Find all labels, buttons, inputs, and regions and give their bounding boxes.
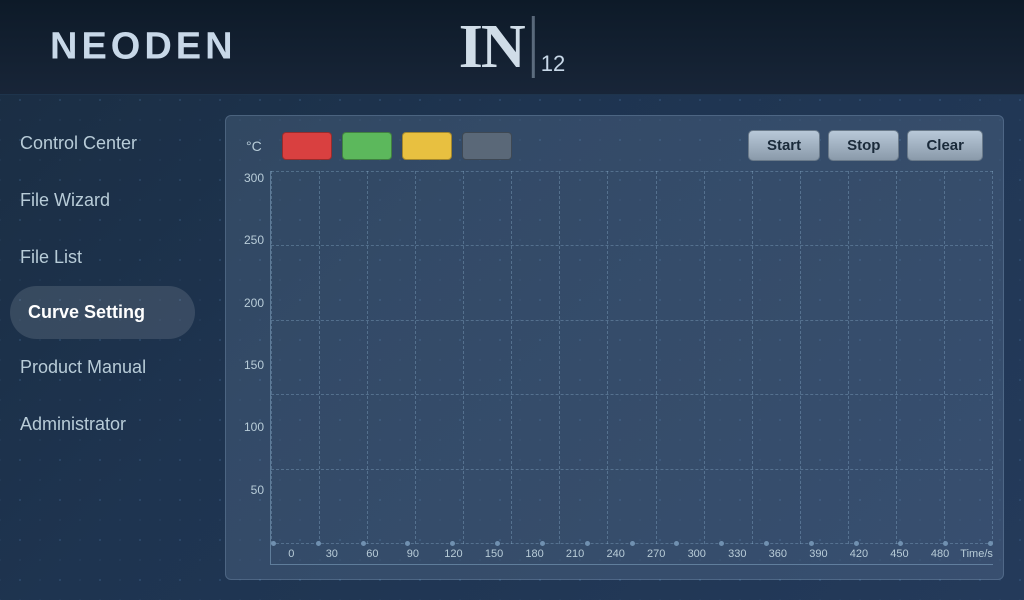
grid-col-2 bbox=[367, 171, 368, 544]
grid-col-9 bbox=[704, 171, 705, 544]
x-label-420: 420 bbox=[839, 548, 880, 560]
grid-col-1 bbox=[319, 171, 320, 544]
grid-col-0 bbox=[271, 171, 272, 544]
x-label-30: 30 bbox=[312, 548, 353, 560]
x-label-90: 90 bbox=[393, 548, 434, 560]
sidebar-item-product-manual[interactable]: Product Manual bbox=[0, 339, 205, 396]
x-label-150: 150 bbox=[474, 548, 515, 560]
grid-col-11 bbox=[800, 171, 801, 544]
sidebar-item-administrator[interactable]: Administrator bbox=[0, 396, 205, 453]
x-label-360: 360 bbox=[758, 548, 799, 560]
grid-col-6 bbox=[559, 171, 560, 544]
sidebar-label-product-manual: Product Manual bbox=[20, 357, 146, 378]
logo-in-group: IN 12 bbox=[459, 16, 565, 78]
clear-button[interactable]: Clear bbox=[907, 130, 983, 161]
y-label-100: 100 bbox=[244, 420, 264, 434]
swatch-green[interactable] bbox=[342, 132, 392, 160]
grid-col-12 bbox=[848, 171, 849, 544]
sidebar-label-administrator: Administrator bbox=[20, 414, 126, 435]
grid-col-8 bbox=[656, 171, 657, 544]
x-label-330: 330 bbox=[717, 548, 758, 560]
grid-col-3 bbox=[415, 171, 416, 544]
chart-toolbar: °C Start Stop Clear bbox=[236, 130, 993, 161]
x-label-180: 180 bbox=[514, 548, 555, 560]
sidebar-label-file-wizard: File Wizard bbox=[20, 190, 110, 211]
chart-panel: °C Start Stop Clear 300 250 200 150 100 … bbox=[225, 115, 1004, 580]
grid-col-4 bbox=[463, 171, 464, 544]
x-label-390: 390 bbox=[798, 548, 839, 560]
y-axis: 300 250 200 150 100 50 bbox=[236, 171, 270, 565]
swatch-gray[interactable] bbox=[462, 132, 512, 160]
x-time-unit: Time/s bbox=[960, 548, 993, 560]
temp-unit-label: °C bbox=[246, 138, 266, 154]
sidebar-label-control-center: Control Center bbox=[20, 133, 137, 154]
x-label-450: 450 bbox=[879, 548, 920, 560]
grid-col-15 bbox=[992, 171, 993, 544]
sidebar-item-file-list[interactable]: File List bbox=[0, 229, 205, 286]
grid-cols bbox=[271, 171, 993, 544]
x-label-60: 60 bbox=[352, 548, 393, 560]
grid-col-13 bbox=[896, 171, 897, 544]
chart-area: 300 250 200 150 100 50 bbox=[236, 171, 993, 565]
main-content: °C Start Stop Clear 300 250 200 150 100 … bbox=[205, 95, 1024, 600]
swatch-yellow[interactable] bbox=[402, 132, 452, 160]
y-label-300: 300 bbox=[244, 171, 264, 185]
x-label-210: 210 bbox=[555, 548, 596, 560]
header: NEODEN IN 12 bbox=[0, 0, 1024, 95]
x-label-0: 0 bbox=[271, 548, 312, 560]
y-label-250: 250 bbox=[244, 233, 264, 247]
logo-in-number: 12 bbox=[541, 51, 565, 77]
grid-col-14 bbox=[944, 171, 945, 544]
sidebar-label-curve-setting: Curve Setting bbox=[28, 302, 145, 323]
sidebar-item-control-center[interactable]: Control Center bbox=[0, 115, 205, 172]
y-label-150: 150 bbox=[244, 358, 264, 372]
x-label-480: 480 bbox=[920, 548, 961, 560]
x-axis: 0306090120150180210240270300330360390420… bbox=[271, 544, 993, 564]
grid-col-5 bbox=[511, 171, 512, 544]
y-label-50: 50 bbox=[251, 483, 264, 497]
sidebar: Control Center File Wizard File List Cur… bbox=[0, 95, 205, 600]
stop-button[interactable]: Stop bbox=[828, 130, 899, 161]
swatch-red[interactable] bbox=[282, 132, 332, 160]
x-label-120: 120 bbox=[433, 548, 474, 560]
grid-col-7 bbox=[607, 171, 608, 544]
chart-inner: 0306090120150180210240270300330360390420… bbox=[270, 171, 993, 565]
x-label-300: 300 bbox=[676, 548, 717, 560]
sidebar-label-file-list: File List bbox=[20, 247, 82, 268]
grid-col-10 bbox=[752, 171, 753, 544]
x-label-240: 240 bbox=[595, 548, 636, 560]
x-label-270: 270 bbox=[636, 548, 677, 560]
sidebar-item-file-wizard[interactable]: File Wizard bbox=[0, 172, 205, 229]
logo-in-letters: IN bbox=[459, 16, 535, 78]
sidebar-item-curve-setting[interactable]: Curve Setting bbox=[10, 286, 195, 339]
start-button[interactable]: Start bbox=[748, 130, 820, 161]
brand-name: NEODEN bbox=[50, 26, 237, 69]
y-label-200: 200 bbox=[244, 296, 264, 310]
